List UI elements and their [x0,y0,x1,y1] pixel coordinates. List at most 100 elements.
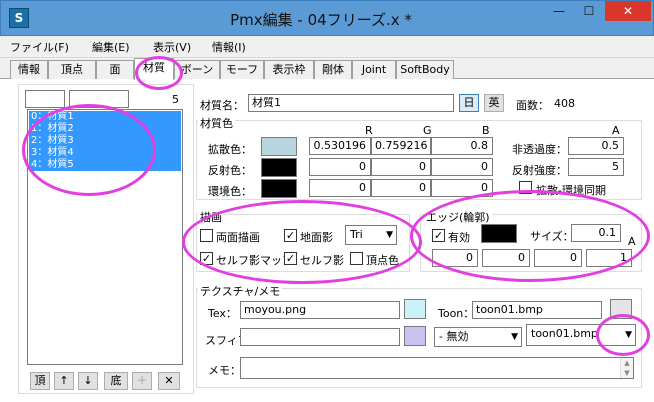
lang-ja-button[interactable]: 日 [459,94,479,112]
material-count: 5 [172,93,179,106]
edge-a-field[interactable]: 1 [586,249,632,267]
diffuse-r-field[interactable]: 0.530196 [309,137,371,155]
tex-swatch[interactable] [404,299,426,319]
close-button[interactable]: ✕ [605,1,651,21]
menu-file[interactable]: ファイル(F) [10,39,69,55]
window-title: Pmx編集 - 04フリーズ.x * [230,11,412,29]
specular-label: 反射色： [208,164,252,177]
edge-color-swatch[interactable] [481,224,517,243]
shadow-mode-select[interactable]: Tri ▼ [345,225,397,245]
ambient-g-field[interactable]: 0 [371,179,431,197]
ambient-r-field[interactable]: 0 [309,179,371,197]
move-top-button[interactable]: 頂 [30,372,50,390]
tab-rigidbody[interactable]: 剛体 [314,60,352,79]
delete-button[interactable]: ✕ [158,372,180,390]
move-bottom-button[interactable]: 底 [104,372,128,390]
tab-vertex[interactable]: 頂点 [48,60,96,79]
app-icon[interactable]: S [9,8,29,28]
lang-en-button[interactable]: 英 [484,94,504,112]
edge-group-label: エッジ(輪郭) [424,209,492,225]
specular-g-field[interactable]: 0 [371,158,431,176]
edge-g-field[interactable]: 0 [482,249,530,267]
r-header: R [365,124,373,137]
memo-label: メモ： [208,364,241,377]
tab-info[interactable]: 情報 [10,60,48,79]
edge-size-field[interactable]: 0.1 [571,224,621,242]
minimize-button[interactable]: — [545,1,573,21]
material-list[interactable]: 0：材質1 1：材質2 2：材質3 3：材質4 4：材質5 [27,109,183,365]
diffuse-g-field[interactable]: 0.759216 [371,137,431,155]
chevron-down-icon: ▼ [386,230,393,240]
add-button[interactable]: ＋ [132,372,152,390]
reflect-field[interactable]: 5 [568,158,624,176]
ground-shadow-label: 地面影 [300,231,333,244]
tab-joint[interactable]: Joint [352,60,396,79]
sphere-mode-value: - 無効 [439,330,469,343]
toon-input[interactable]: toon01.bmp [472,301,602,319]
move-up-button[interactable]: ↑ [54,372,74,390]
list-item[interactable]: 3：材質4 [29,147,181,159]
specular-swatch[interactable] [261,158,297,177]
menu-view[interactable]: 表示(V) [153,39,191,55]
ground-shadow-checkbox[interactable]: ✓ [284,229,297,242]
ambient-b-field[interactable]: 0 [431,179,493,197]
double-sided-label: 両面描画 [216,231,260,244]
material-name-input[interactable]: 材質1 [248,94,454,112]
material-color-group-label: 材質色 [198,115,235,131]
list-item[interactable]: 0：材質1 [29,111,181,123]
edge-a-label: A [628,235,636,248]
ambient-label: 環境色： [208,185,252,198]
tab-softbody[interactable]: SoftBody [396,60,454,79]
tab-material[interactable]: 材質 [134,58,174,80]
ambient-swatch[interactable] [261,179,297,198]
self-shadow-checkbox[interactable]: ✓ [284,252,297,265]
move-down-button[interactable]: ↓ [78,372,98,390]
chevron-down-icon: ▼ [625,330,632,340]
a-header: A [612,124,620,137]
self-shadow-map-checkbox[interactable]: ✓ [200,252,213,265]
toon-swatch[interactable] [610,299,632,319]
title-bar: S Pmx編集 - 04フリーズ.x * — ☐ ✕ [0,0,654,36]
menu-info[interactable]: 情報(I) [212,39,246,55]
double-sided-checkbox[interactable] [200,229,213,242]
diffuse-b-field[interactable]: 0.8 [431,137,493,155]
edge-enabled-label: 有効 [448,231,470,244]
list-item[interactable]: 1：材質2 [29,123,181,135]
sphere-swatch[interactable] [404,326,426,346]
self-shadow-map-label: セルフ影マップ [216,254,293,267]
tab-morph[interactable]: モーフ [220,60,264,79]
sphere-mode-select[interactable]: - 無効 ▼ [434,327,522,347]
diffuse-label: 拡散色： [208,143,252,156]
specular-r-field[interactable]: 0 [309,158,371,176]
sync-checkbox[interactable] [519,181,532,194]
opacity-label: 非透過度： [512,143,567,156]
face-count-label: 面数： [516,99,549,112]
search-input-b[interactable] [69,90,129,108]
sync-label: 拡散-環境同期 [536,184,606,197]
maximize-button[interactable]: ☐ [575,1,603,21]
diffuse-swatch[interactable] [261,137,297,156]
specular-b-field[interactable]: 0 [431,158,493,176]
menu-edit[interactable]: 編集(E) [92,39,130,55]
tab-face[interactable]: 面 [96,60,134,79]
search-input-a[interactable] [25,90,65,108]
face-count-value: 408 [554,97,575,110]
memo-input[interactable] [240,357,634,379]
reflect-label: 反射強度： [512,164,567,177]
tex-input[interactable]: moyou.png [240,301,400,319]
toon-select[interactable]: toon01.bmp ▼ [526,324,636,346]
edge-enabled-checkbox[interactable]: ✓ [432,229,445,242]
texture-group-label: テクスチャ/メモ [198,283,283,299]
self-shadow-label: セルフ影 [300,254,344,267]
memo-scrollbar[interactable]: ▲ ▼ [620,358,633,378]
list-item[interactable]: 2：材質3 [29,135,181,147]
tab-display-frame[interactable]: 表示枠 [264,60,314,79]
list-item[interactable]: 4：材質5 [29,159,181,171]
vertex-color-checkbox[interactable] [350,252,363,265]
edge-b-field[interactable]: 0 [534,249,582,267]
toon-label: Toon： [438,307,475,320]
sphere-input[interactable] [240,328,400,346]
opacity-field[interactable]: 0.5 [568,137,624,155]
edge-r-field[interactable]: 0 [432,249,478,267]
tab-bone[interactable]: ボーン [174,60,220,79]
